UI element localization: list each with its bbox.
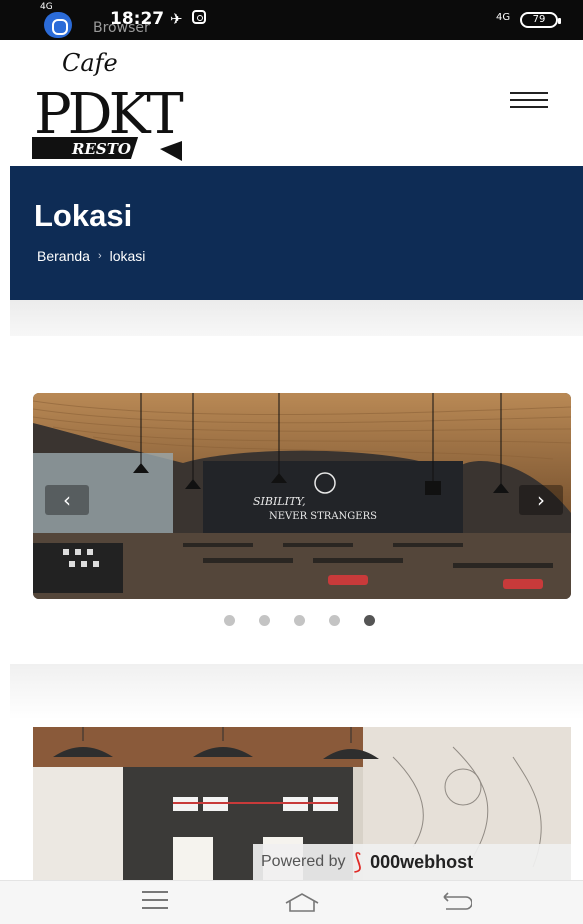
- hosting-badge[interactable]: Powered by ⟆ 000webhost: [253, 844, 571, 880]
- system-navigation-bar: [0, 880, 583, 924]
- wall-lettering: SIBILITY,: [253, 495, 306, 508]
- instagram-icon: [192, 10, 206, 24]
- breadcrumb: Beranda › lokasi: [37, 248, 145, 264]
- image-slider[interactable]: SIBILITY, NEVER STRANGERS: [33, 393, 571, 599]
- cafe-interior-photo: SIBILITY, NEVER STRANGERS: [33, 393, 571, 599]
- webhost-logo-icon: ⟆: [353, 849, 363, 874]
- section-divider: [10, 300, 583, 336]
- status-bar: 4G Browser 18:27 ✈ 4G 79: [0, 0, 583, 40]
- breadcrumb-home-link[interactable]: Beranda: [37, 248, 90, 264]
- powered-by-label: Powered by: [261, 853, 346, 870]
- webhost-name: 000webhost: [370, 851, 474, 872]
- page-banner: Lokasi Beranda › lokasi: [10, 166, 583, 300]
- twitter-icon: ✈: [170, 10, 183, 28]
- back-icon[interactable]: [440, 891, 472, 913]
- site-header: Cafe PDKT RESTO: [10, 40, 583, 166]
- slider-dot-active[interactable]: [364, 615, 375, 626]
- breadcrumb-current: lokasi: [109, 248, 146, 264]
- slider-dot[interactable]: [224, 615, 235, 626]
- slider-prev-button[interactable]: ‹: [45, 485, 89, 515]
- app-icon: [44, 12, 72, 38]
- logo-cafe-text: Cafe: [62, 49, 118, 77]
- page-edge: [0, 40, 10, 924]
- page-title: Lokasi: [34, 198, 133, 233]
- breadcrumb-separator-icon: ›: [97, 250, 102, 262]
- slider-dot[interactable]: [259, 615, 270, 626]
- home-icon[interactable]: [282, 891, 322, 913]
- section-divider: [10, 664, 583, 720]
- cafe-logo[interactable]: Cafe PDKT RESTO: [32, 45, 192, 165]
- slider-dot[interactable]: [294, 615, 305, 626]
- hamburger-menu-icon[interactable]: [510, 92, 550, 116]
- slider-dot[interactable]: [329, 615, 340, 626]
- signal-indicator: 4G: [496, 12, 511, 23]
- slider-next-button[interactable]: ›: [519, 485, 563, 515]
- wall-lettering-2: NEVER STRANGERS: [269, 511, 377, 522]
- recent-apps-icon[interactable]: [142, 891, 168, 915]
- logo-resto-text: RESTO: [71, 140, 131, 158]
- battery-indicator: 79: [520, 12, 561, 28]
- clock: 18:27: [110, 9, 165, 29]
- slider-indicators: [224, 615, 375, 626]
- network-indicator: 4G: [40, 2, 53, 12]
